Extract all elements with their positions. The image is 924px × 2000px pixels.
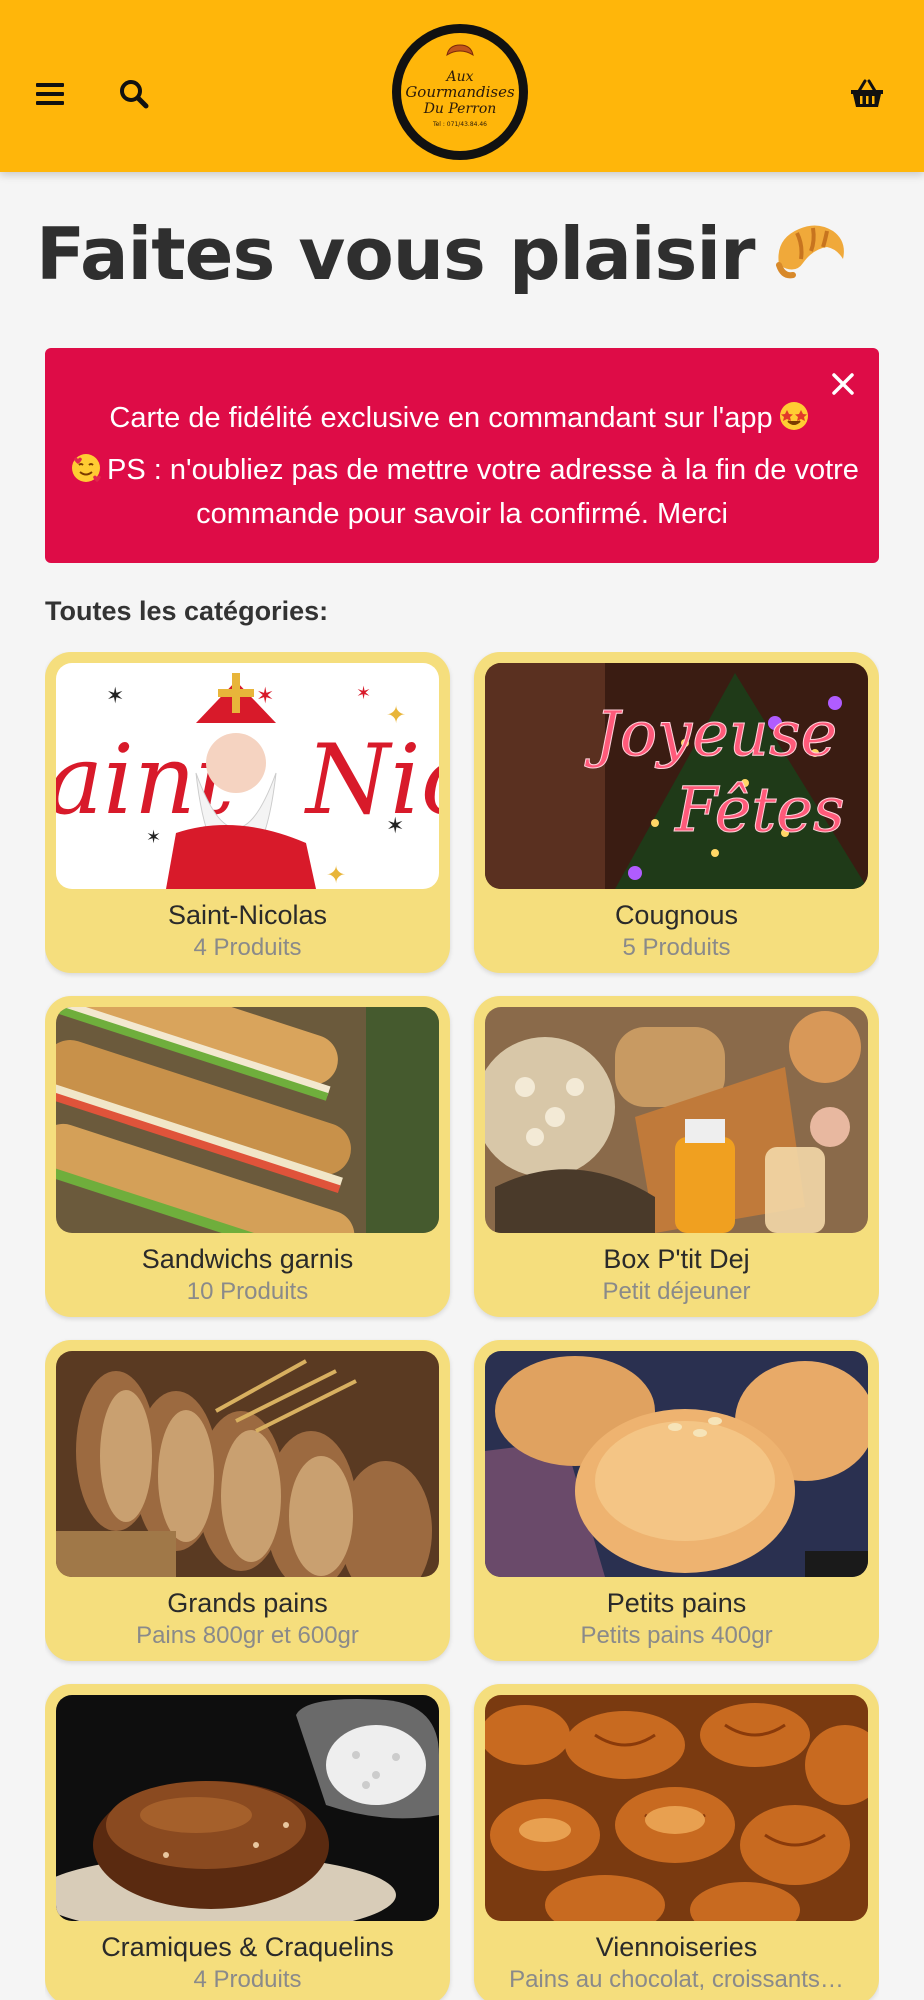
category-subtitle: 5 Produits bbox=[622, 934, 731, 961]
alert-line-2-text: PS : n'oubliez pas de mettre votre adres… bbox=[107, 454, 859, 530]
category-image-cougnous: Joyeuse Fêtes bbox=[485, 663, 868, 889]
category-image-cramiques bbox=[56, 1695, 439, 1921]
promo-alert: Carte de fidélité exclusive en commandan… bbox=[45, 348, 879, 563]
category-name: Cougnous bbox=[614, 900, 739, 930]
search-icon bbox=[120, 80, 149, 109]
category-card-grands-pains[interactable]: Grands pains Pains 800gr et 600gr bbox=[45, 1340, 450, 1661]
category-subtitle: Petit déjeuner bbox=[602, 1278, 751, 1305]
category-name: Box P'tit Dej bbox=[603, 1244, 750, 1274]
category-image-sandwichs bbox=[56, 1007, 439, 1233]
page-title-text: Faites vous plaisir bbox=[36, 212, 756, 296]
smiling-hearts-emoji-icon bbox=[71, 453, 102, 494]
svg-text:✶: ✶ bbox=[356, 683, 371, 703]
logo-line-1: Aux bbox=[446, 69, 474, 85]
category-image-petits-pains bbox=[485, 1351, 868, 1577]
svg-text:✦: ✦ bbox=[326, 862, 346, 889]
alert-line-2: PS : n'oubliez pas de mettre votre adres… bbox=[65, 450, 859, 534]
svg-text:✶: ✶ bbox=[386, 813, 404, 838]
croissant-emoji-icon bbox=[773, 219, 849, 289]
category-name: Petits pains bbox=[606, 1588, 747, 1618]
category-card-sandwichs-garnis[interactable]: Sandwichs garnis 10 Produits bbox=[45, 996, 450, 1317]
cart-button[interactable] bbox=[842, 72, 892, 116]
menu-button[interactable] bbox=[28, 72, 72, 116]
page-title: Faites vous plaisir bbox=[36, 212, 849, 296]
category-image-saint-nicolas: aint Nico ✶✶✶ ✦✦ ✶✶ bbox=[56, 663, 439, 889]
category-name: Saint-Nicolas bbox=[167, 900, 328, 930]
category-card-cougnous[interactable]: Joyeuse Fêtes Cougnous 5 Produits bbox=[474, 652, 879, 973]
categories-label: Toutes les catégories: bbox=[45, 596, 329, 626]
category-name: Viennoiseries bbox=[595, 1932, 758, 1962]
category-subtitle: Petits pains 400gr bbox=[580, 1622, 773, 1649]
svg-text:✦: ✦ bbox=[386, 702, 406, 729]
logo-phone: Tel : 071/43.84.46 bbox=[432, 121, 488, 128]
svg-text:Joyeuse: Joyeuse bbox=[584, 697, 837, 770]
svg-text:Nico: Nico bbox=[304, 724, 439, 836]
category-card-viennoiseries[interactable]: Viennoiseries Pains au chocolat, croissa… bbox=[474, 1684, 879, 2000]
svg-text:✶: ✶ bbox=[146, 827, 161, 847]
close-icon bbox=[832, 373, 854, 395]
menu-icon bbox=[36, 83, 64, 105]
category-image-box-ptit-dej bbox=[485, 1007, 868, 1233]
category-subtitle: 10 Produits bbox=[186, 1278, 309, 1305]
logo-line-3: Du Perron bbox=[423, 101, 497, 117]
category-subtitle: 4 Produits bbox=[193, 1966, 302, 1993]
category-name: Cramiques & Craquelins bbox=[101, 1932, 394, 1962]
logo-badge: Aux Gourmandises Du Perron Tel : 071/43.… bbox=[401, 33, 519, 151]
basket-icon bbox=[851, 79, 883, 107]
category-image-grands-pains bbox=[56, 1351, 439, 1577]
category-card-saint-nicolas[interactable]: aint Nico ✶✶✶ ✦✦ ✶✶ Saint-Nicolas 4 Prod… bbox=[45, 652, 450, 973]
category-name: Grands pains bbox=[167, 1588, 328, 1618]
category-card-petits-pains[interactable]: Petits pains Petits pains 400gr bbox=[474, 1340, 879, 1661]
category-card-cramiques-craquelins[interactable]: Cramiques & Craquelins 4 Produits bbox=[45, 1684, 450, 2000]
croissant-icon bbox=[446, 44, 474, 57]
alert-close-button[interactable] bbox=[825, 366, 861, 402]
search-button[interactable] bbox=[110, 72, 158, 116]
logo-line-2: Gourmandises bbox=[405, 83, 515, 101]
category-subtitle: Pains 800gr et 600gr bbox=[136, 1622, 359, 1649]
star-struck-emoji-icon bbox=[779, 401, 809, 442]
alert-line-1: Carte de fidélité exclusive en commandan… bbox=[65, 398, 859, 442]
categories-grid: aint Nico ✶✶✶ ✦✦ ✶✶ Saint-Nicolas 4 Prod… bbox=[45, 652, 879, 2000]
alert-line-1-text: Carte de fidélité exclusive en commandan… bbox=[109, 402, 773, 434]
top-bar: Aux Gourmandises Du Perron Tel : 071/43.… bbox=[0, 0, 924, 172]
svg-text:Fêtes: Fêtes bbox=[674, 773, 845, 846]
svg-text:✶: ✶ bbox=[106, 683, 124, 708]
category-subtitle: Pains au chocolat, croissants… bbox=[509, 1966, 844, 1993]
category-name: Sandwichs garnis bbox=[141, 1244, 354, 1274]
svg-text:✶: ✶ bbox=[256, 683, 274, 708]
category-subtitle: 4 Produits bbox=[193, 934, 302, 961]
category-card-box-ptit-dej[interactable]: Box P'tit Dej Petit déjeuner bbox=[474, 996, 879, 1317]
category-image-viennoiseries bbox=[485, 1695, 868, 1921]
brand-logo[interactable]: Aux Gourmandises Du Perron Tel : 071/43.… bbox=[392, 24, 528, 160]
